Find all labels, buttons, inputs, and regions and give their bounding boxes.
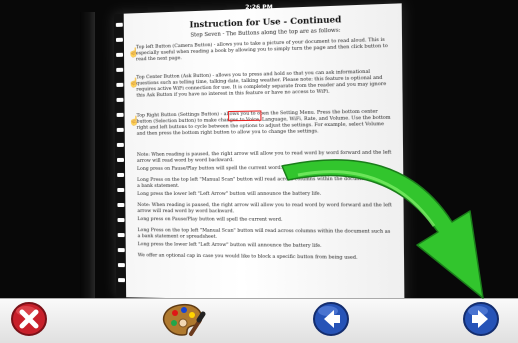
camera-reader-screen: 2:26 PM Instruction for Use - Continued … xyxy=(0,0,518,343)
binding-ring xyxy=(117,157,124,162)
binding-ring xyxy=(117,233,125,238)
selection-highlight-box xyxy=(228,110,262,122)
binding-ring xyxy=(116,97,124,102)
binding-ring xyxy=(117,248,125,253)
previous-button[interactable] xyxy=(310,300,352,338)
camera-preview: Instruction for Use - Continued Step Sev… xyxy=(0,0,518,300)
dark-paper-edge-left xyxy=(80,12,95,300)
binding-ring xyxy=(117,172,125,177)
paragraph-ask-button: Top Center Button (Ask Button) - allows … xyxy=(136,69,387,99)
bottom-control-bar xyxy=(0,298,518,343)
palette-icon xyxy=(162,303,206,336)
paragraph-settings-button: Top Right Button (Settings Button) - all… xyxy=(136,109,391,137)
binding-ring xyxy=(118,278,126,283)
binding-ring xyxy=(116,142,124,147)
close-button[interactable] xyxy=(8,300,50,338)
binding-ring xyxy=(117,218,125,223)
close-icon xyxy=(11,302,47,336)
right-arrow-icon xyxy=(463,302,499,336)
binding-ring xyxy=(117,187,125,192)
binding-ring xyxy=(117,203,125,208)
green-guide-arrow xyxy=(281,159,484,299)
status-time: 2:26 PM xyxy=(245,3,273,11)
left-arrow-icon xyxy=(313,302,349,336)
binding-ring xyxy=(115,22,123,27)
binding-ring xyxy=(116,127,124,132)
status-bar: 2:26 PM xyxy=(0,0,518,14)
binding-ring xyxy=(116,112,124,117)
binding-ring xyxy=(116,52,124,57)
settings-palette-button[interactable] xyxy=(158,300,206,338)
spiral-binding xyxy=(113,13,127,298)
next-button[interactable] xyxy=(460,300,502,338)
binding-ring xyxy=(117,263,125,268)
binding-ring xyxy=(115,37,123,42)
binding-ring xyxy=(116,82,124,87)
binding-ring xyxy=(116,67,124,72)
paragraph-camera-button: Top left Button (Camera Button) - allows… xyxy=(135,37,388,63)
